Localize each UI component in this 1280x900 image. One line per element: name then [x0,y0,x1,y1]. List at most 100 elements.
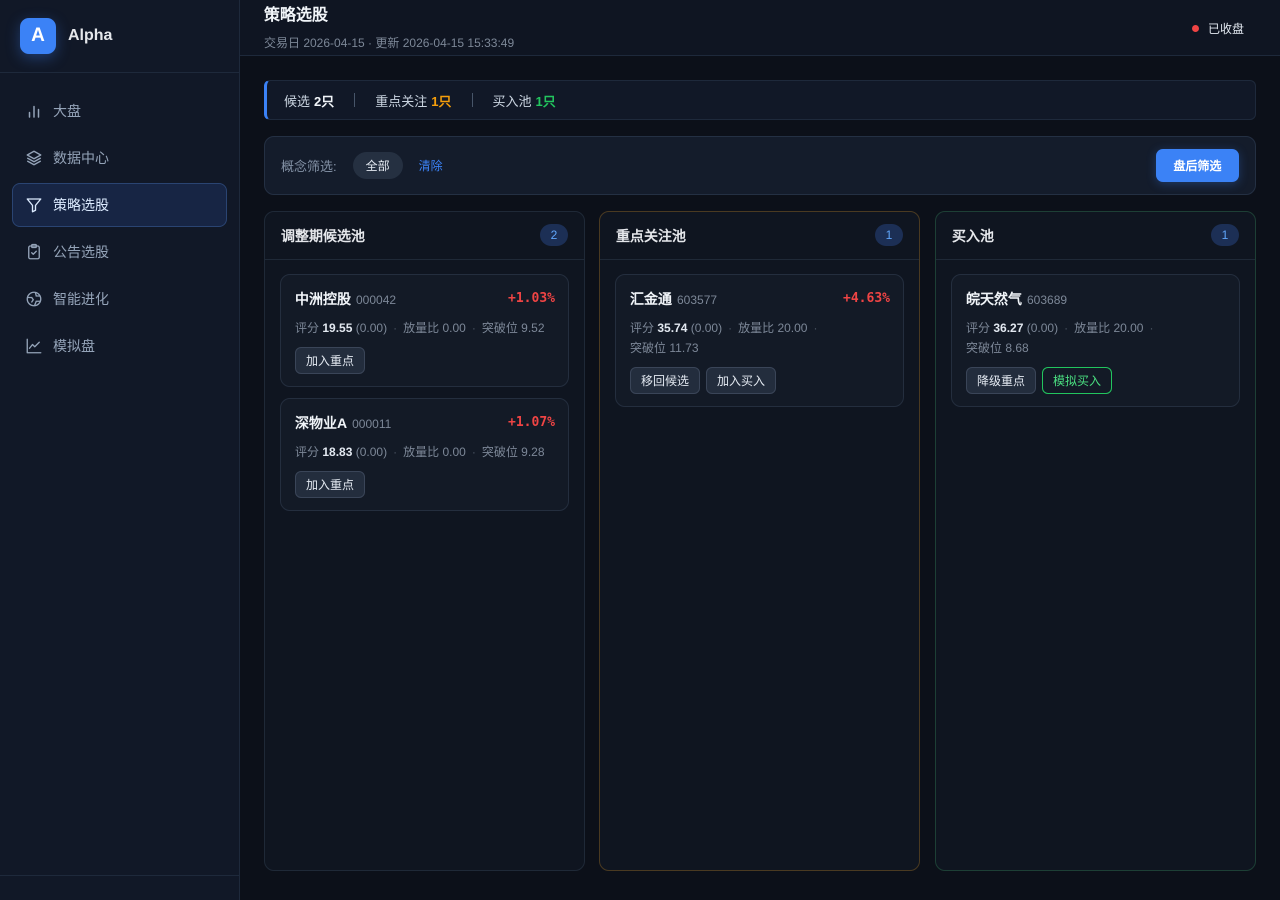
filter-icon [26,198,42,213]
market-status-label: 已收盘 [1207,22,1244,36]
score-value: 35.74 [657,321,688,335]
line-chart-icon [26,338,42,354]
score-value: 36.27 [993,321,1024,335]
column-count-badge: 1 [875,224,903,246]
column-header: 买入池 1 [936,212,1255,260]
card-actions: 移回候选 加入买入 [630,367,889,394]
summary-value: 2只 [314,93,335,109]
stock-name: 汇金通 [630,291,672,307]
page-title: 策略选股 [264,7,329,24]
column-title: 调整期候选池 [281,227,365,244]
column-body: 汇金通 603577 +4.63% 评分 35.74 (0.00) · 放量比 20… [600,260,919,432]
move-back-to-candidates-button[interactable]: 移回候选 [630,367,701,394]
pool-summary-bar: 候选 2只 重点关注 1只 买入池 1只 [264,80,1256,120]
add-to-focus-button[interactable]: 加入重点 [295,347,366,374]
after-close-screen-button[interactable]: 盘后筛选 [1156,149,1239,182]
sidebar-item-simulation[interactable]: 模拟盘 [12,324,227,368]
score-label: 评分 [295,321,320,335]
status-dot-icon [1191,25,1199,32]
column-header: 重点关注池 1 [600,212,919,260]
stock-change: +4.63% [843,291,890,306]
summary-label: 买入池 [492,93,532,109]
add-to-focus-button[interactable]: 加入重点 [295,471,366,498]
divider [471,93,473,107]
sidebar: A Alpha 大盘 数据中心 策略选股 公告选股 智能进化 模拟盘 [0,0,240,900]
sidebar-item-evolution[interactable]: 智能进化 [12,277,227,321]
sidebar-item-announcement[interactable]: 公告选股 [12,230,227,274]
column-count-badge: 2 [540,224,568,246]
stock-name: 深物业A [295,415,348,431]
stock-card[interactable]: 中洲控股 000042 +1.03% 评分 19.55 (0.00) · 放量比 0… [280,274,569,387]
sidebar-item-label: 数据中心 [53,150,109,166]
volume-value: 20.00 [777,321,808,335]
sidebar-item-strategy[interactable]: 策略选股 [12,183,227,227]
layers-icon [26,150,42,166]
simulate-buy-button[interactable]: 模拟买入 [1042,367,1113,394]
score-value: 19.55 [322,321,353,335]
stock-code: 603577 [677,293,718,307]
volume-label: 放量比 [738,321,775,335]
stock-card[interactable]: 汇金通 603577 +4.63% 评分 35.74 (0.00) · 放量比 20… [615,274,904,407]
score-delta: (0.00) [690,321,723,335]
column-body: 中洲控股 000042 +1.03% 评分 19.55 (0.00) · 放量比 0… [265,260,584,536]
card-actions: 加入重点 [295,347,554,374]
sidebar-item-market[interactable]: 大盘 [12,89,227,133]
stock-change: +1.03% [508,291,555,306]
column-count-badge: 1 [1211,224,1239,246]
breakout-value: 9.28 [521,445,545,459]
app-logo[interactable]: A [20,18,56,54]
sidebar-item-label: 公告选股 [53,244,109,260]
trade-date-meta: 交易日 2026-04-15 · 更新 2026-04-15 15:33:49 [264,36,515,50]
sidebar-footer-divider [0,875,239,876]
main-content: 策略选股 交易日 2026-04-15 · 更新 2026-04-15 15:3… [240,0,1280,900]
page-header: 策略选股 交易日 2026-04-15 · 更新 2026-04-15 15:3… [240,0,1280,56]
stock-change: +1.07% [508,415,555,430]
sidebar-nav: 大盘 数据中心 策略选股 公告选股 智能进化 模拟盘 [0,73,239,387]
volume-label: 放量比 [403,321,440,335]
sidebar-item-data-center[interactable]: 数据中心 [12,136,227,180]
breakout-value: 11.73 [669,341,699,355]
score-delta: (0.00) [355,445,388,459]
column-header: 调整期候选池 2 [265,212,584,260]
breakout-value: 9.52 [521,321,545,335]
stock-name: 中洲控股 [295,291,351,307]
breakout-label: 突破位 [481,445,518,459]
summary-candidates: 候选 2只 [284,91,334,110]
filter-chip-all[interactable]: 全部 [352,152,403,179]
summary-focus: 重点关注 1只 [375,91,451,110]
stock-name: 皖天然气 [966,291,1022,307]
breakout-label: 突破位 [630,341,667,355]
clipboard-check-icon [28,243,40,260]
stock-code: 000011 [352,417,392,431]
stock-metrics: 评分 35.74 (0.00) · 放量比 20.00 · 突破位 11.73 [630,321,818,355]
volume-value: 20.00 [1113,321,1144,335]
card-actions: 降级重点 模拟买入 [966,367,1225,394]
summary-label: 重点关注 [375,93,428,109]
concept-filter-bar: 概念筛选: 全部 清除 盘后筛选 [264,136,1256,195]
column-title: 买入池 [952,227,994,244]
summary-value: 1只 [431,93,452,109]
stock-card[interactable]: 皖天然气 603689 评分 36.27 (0.00) · 放量比 20.00 · 突破… [951,274,1240,407]
add-to-buy-button[interactable]: 加入买入 [706,367,777,394]
filter-label: 概念筛选: [281,159,337,174]
summary-value: 1只 [535,93,556,109]
stock-metrics: 评分 36.27 (0.00) · 放量比 20.00 · 突破位 8.68 [966,321,1154,355]
stock-card-header: 皖天然气 603689 [966,289,1225,309]
score-delta: (0.00) [355,321,388,335]
volume-value: 0.00 [442,445,466,459]
volume-label: 放量比 [403,445,440,459]
stock-metrics: 评分 18.83 (0.00) · 放量比 0.00 · 突破位 9.28 [295,445,545,459]
score-label: 评分 [966,321,991,335]
app-name: Alpha [68,27,113,44]
sidebar-item-label: 策略选股 [53,197,109,213]
column-title: 重点关注池 [616,227,686,244]
score-value: 18.83 [322,445,353,459]
clear-filter-link[interactable]: 清除 [419,157,443,174]
divider [354,93,356,107]
buy-pool-column: 买入池 1 皖天然气 603689 评分 36.27 (0.00) · 放量比 20… [935,211,1256,871]
score-delta: (0.00) [1026,321,1059,335]
bar-chart-icon [28,105,40,118]
score-label: 评分 [295,445,320,459]
downgrade-to-focus-button[interactable]: 降级重点 [966,367,1037,394]
stock-card[interactable]: 深物业A 000011 +1.07% 评分 18.83 (0.00) · 放量比 0… [280,398,569,511]
